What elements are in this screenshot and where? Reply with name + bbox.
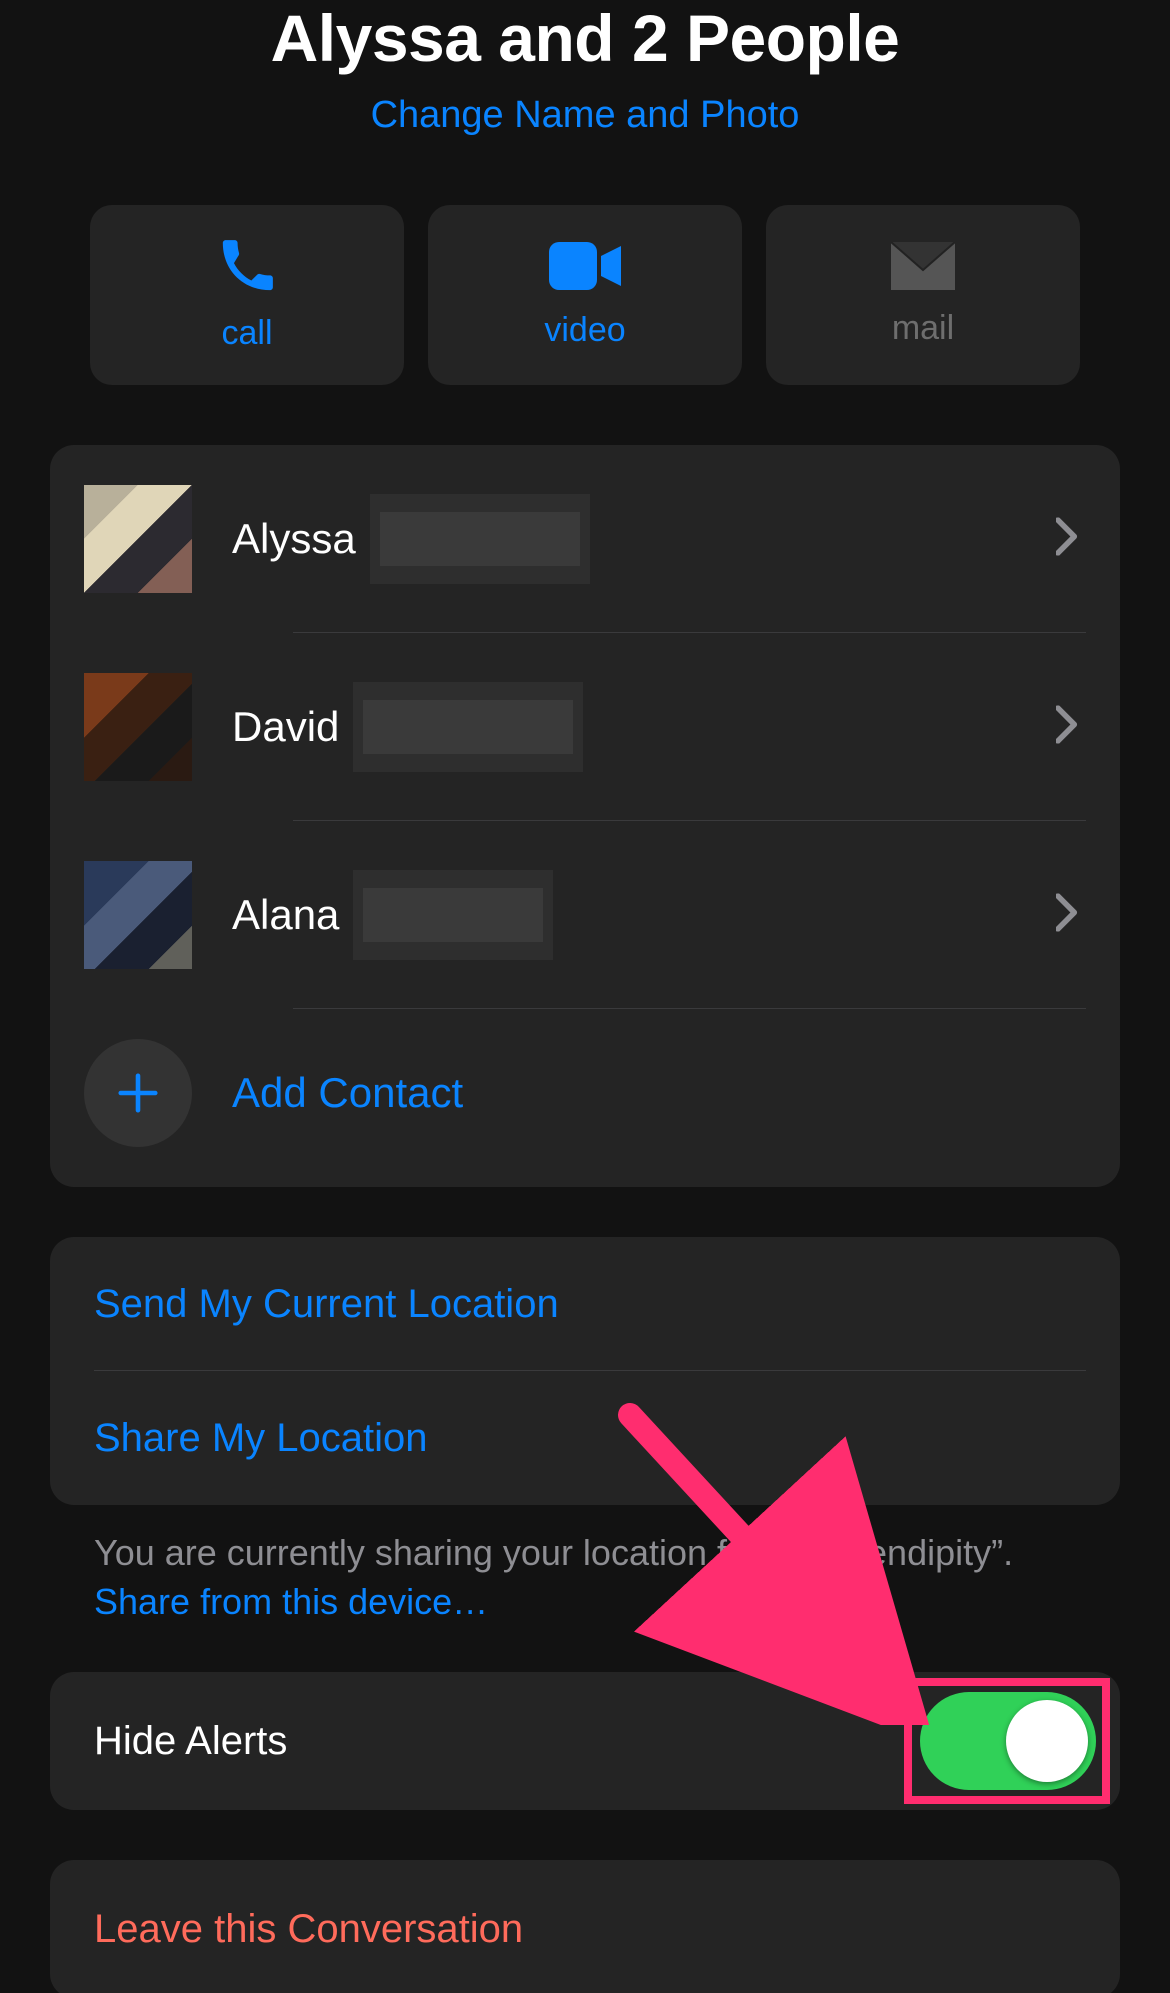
contact-group-details: Alyssa and 2 People Change Name and Phot…: [0, 0, 1170, 1993]
row-separator: [293, 1008, 1086, 1009]
avatar: [84, 673, 192, 781]
hide-alerts-row: Hide Alerts: [50, 1672, 1120, 1810]
mail-button: mail: [766, 205, 1080, 385]
share-my-location-button[interactable]: Share My Location: [50, 1371, 1120, 1505]
plus-icon: [84, 1039, 192, 1147]
toggle-knob: [1006, 1700, 1088, 1782]
video-button[interactable]: video: [428, 205, 742, 385]
mail-label: mail: [892, 309, 954, 348]
member-name-label: David: [232, 682, 583, 772]
location-footer-note: You are currently sharing your location …: [0, 1505, 1170, 1626]
add-contact-row[interactable]: Add Contact: [50, 1009, 1120, 1187]
mail-icon: [891, 242, 955, 295]
page-title: Alyssa and 2 People: [0, 0, 1170, 76]
change-name-photo-link[interactable]: Change Name and Photo: [0, 94, 1170, 137]
hide-alerts-label: Hide Alerts: [94, 1719, 287, 1764]
members-card: Alyssa David Alana: [50, 445, 1120, 1187]
share-from-this-device-link[interactable]: Share from this device…: [94, 1581, 488, 1622]
send-current-location-button[interactable]: Send My Current Location: [50, 1237, 1120, 1371]
video-icon: [549, 240, 621, 297]
avatar: [84, 861, 192, 969]
redacted-surname: [353, 682, 583, 772]
redacted-surname: [370, 494, 590, 584]
location-card: Send My Current Location Share My Locati…: [50, 1237, 1120, 1505]
member-name-label: Alana: [232, 870, 553, 960]
chevron-right-icon: [1056, 706, 1078, 749]
avatar: [84, 485, 192, 593]
chevron-right-icon: [1056, 894, 1078, 937]
hide-alerts-toggle[interactable]: [920, 1692, 1096, 1790]
leave-conversation-button[interactable]: Leave this Conversation: [50, 1860, 1120, 1993]
chevron-right-icon: [1056, 518, 1078, 561]
redacted-surname: [353, 870, 553, 960]
action-buttons-row: call video mail: [0, 205, 1170, 385]
video-label: video: [544, 311, 625, 350]
call-label: call: [221, 314, 272, 353]
footer-note-text: You are currently sharing your location …: [94, 1532, 1013, 1573]
leave-card: Leave this Conversation: [50, 1860, 1120, 1993]
call-button[interactable]: call: [90, 205, 404, 385]
phone-icon: [218, 237, 276, 300]
alerts-card: Hide Alerts: [50, 1672, 1120, 1810]
add-contact-label: Add Contact: [232, 1069, 463, 1117]
member-row-alyssa[interactable]: Alyssa: [50, 445, 1120, 633]
member-row-david[interactable]: David: [50, 633, 1120, 821]
member-name-label: Alyssa: [232, 494, 590, 584]
member-row-alana[interactable]: Alana: [50, 821, 1120, 1009]
